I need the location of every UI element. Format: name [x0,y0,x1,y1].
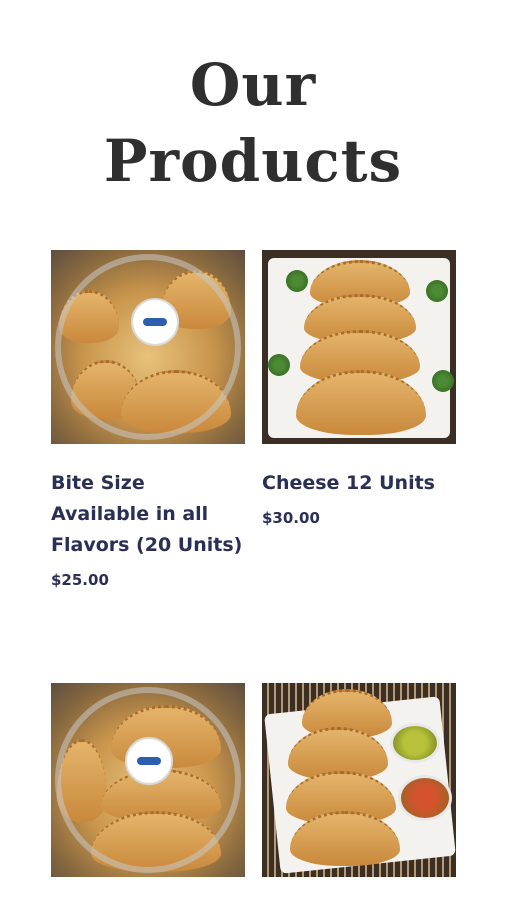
tray-rim [55,254,241,440]
product-name[interactable]: Bite Size Available in all Flavors (20 U… [51,468,245,561]
product-image[interactable] [51,683,245,877]
brand-sticker-icon [125,737,173,785]
red-salsa-cup-icon [398,775,452,821]
herb-leaf-icon [426,280,448,302]
product-card [262,683,456,877]
product-card [51,683,245,877]
green-salsa-cup-icon [390,723,440,763]
product-price: $25.00 [51,571,109,589]
product-image[interactable] [262,250,456,444]
page-title-line1: Our [189,50,317,119]
page-title: Our Products [0,47,506,199]
page-title-line2: Products [103,126,403,195]
herb-leaf-icon [432,370,454,392]
herb-leaf-icon [268,354,290,376]
product-image[interactable] [51,250,245,444]
product-card: Cheese 12 Units $30.00 [262,250,456,527]
brand-sticker-icon [131,298,179,346]
product-name[interactable]: Cheese 12 Units [262,468,456,499]
product-price: $30.00 [262,509,320,527]
herb-leaf-icon [286,270,308,292]
product-card: Bite Size Available in all Flavors (20 U… [51,250,245,589]
product-image[interactable] [262,683,456,877]
